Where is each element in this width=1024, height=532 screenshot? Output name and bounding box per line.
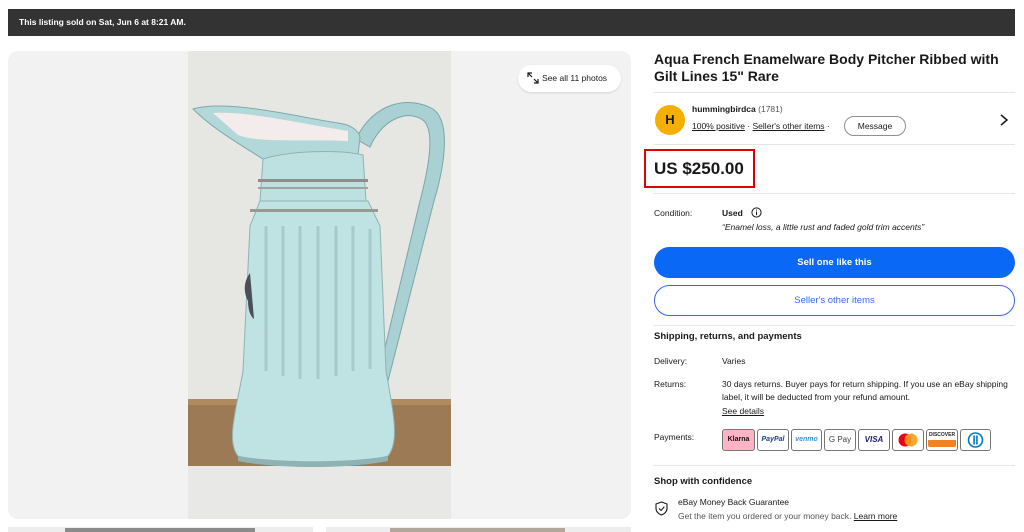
divider [654,465,1015,466]
visa-icon: VISA [858,429,890,451]
sold-banner: This listing sold on Sat, Jun 6 at 8:21 … [8,9,1015,36]
expand-icon [527,72,539,84]
shipping-section-title: Shipping, returns, and payments [654,331,802,342]
payments-label: Payments: [654,432,695,442]
discover-label: DISCOVER [928,432,956,438]
seller-other-items-link[interactable]: Seller's other items [753,121,825,131]
diners-club-icon [960,429,991,451]
seller-name-row[interactable]: hummingbirdca (1781) [692,104,783,114]
listing-price: US $250.00 [654,159,744,178]
diners-club-logo [967,432,984,448]
seller-avatar[interactable]: H [655,105,685,135]
separator: · [747,121,751,131]
shield-check-icon [655,501,668,516]
seller-feedback-count: (1781) [758,104,783,114]
returns-value: 30 days returns. Buyer pays for return s… [722,379,1008,402]
venmo-icon: venmo [791,429,822,451]
thumbnail-right[interactable] [390,528,565,532]
message-seller-button[interactable]: Message [844,116,906,136]
money-back-description: Get the item you ordered or your money b… [678,511,852,521]
mastercard-icon [892,429,924,451]
shop-confidence-title: Shop with confidence [654,476,753,487]
seller-links: 100% positive · Seller's other items · [692,121,830,131]
money-back-subtext: Get the item you ordered or your money b… [678,511,897,521]
separator: · [826,121,830,131]
listing-title: Aqua French Enamelware Body Pitcher Ribb… [654,51,999,84]
chevron-right-icon[interactable] [999,114,1009,126]
condition-label: Condition: [654,208,693,218]
mastercard-logo [898,433,918,447]
divider [654,144,1015,145]
sellers-other-items-button[interactable]: Seller's other items [654,285,1015,316]
delivery-label: Delivery: [654,356,688,366]
seller-name[interactable]: hummingbirdca [692,104,756,114]
learn-more-link[interactable]: Learn more [854,511,897,521]
delivery-value: Varies [722,356,746,366]
google-pay-icon: G Pay [824,429,856,451]
condition-note: “Enamel loss, a little rust and faded go… [722,222,925,232]
divider [654,325,1015,326]
see-all-photos-button[interactable]: See all 11 photos [518,65,621,92]
discover-icon: DISCOVER [926,429,958,451]
divider [654,92,1015,93]
divider [654,193,1015,194]
info-icon[interactable] [751,207,762,218]
photo-gallery[interactable]: See all 11 photos [8,51,631,519]
money-back-guarantee: eBay Money Back Guarantee [678,497,790,507]
klarna-icon: Klarna [722,429,755,451]
returns-label: Returns: [654,379,687,389]
see-details-link[interactable]: See details [722,405,764,418]
thumbnail-left[interactable] [65,528,255,532]
sell-one-like-this-button[interactable]: Sell one like this [654,247,1015,278]
product-photo[interactable] [188,51,451,519]
condition-value: Used [722,208,743,218]
paypal-icon: PayPal [757,429,789,451]
seller-positive-link[interactable]: 100% positive [692,121,745,131]
see-all-photos-label: See all 11 photos [542,73,608,83]
